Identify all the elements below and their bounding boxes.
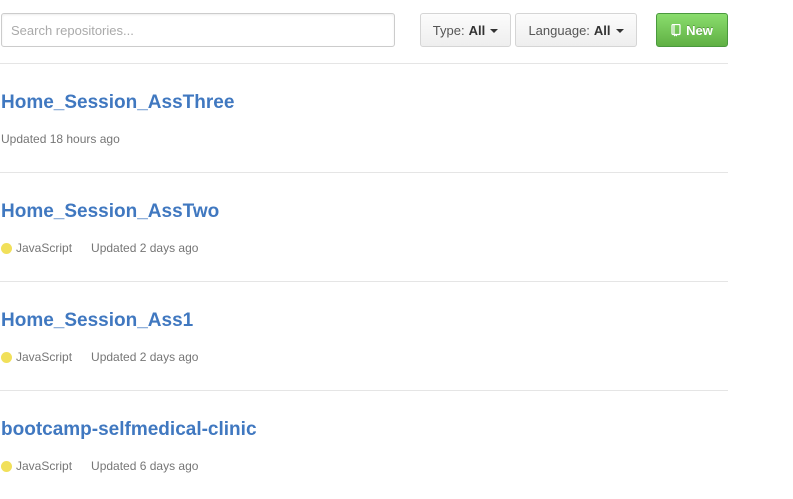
search-repositories-input[interactable] bbox=[1, 13, 395, 47]
repository-updated-time: Updated 6 days ago bbox=[91, 459, 199, 473]
repository-updated-time: Updated 2 days ago bbox=[91, 241, 199, 255]
repository-name-link[interactable]: Home_Session_AssThree bbox=[1, 92, 234, 114]
repository-language: JavaScript bbox=[16, 459, 73, 473]
language-color-dot bbox=[1, 460, 12, 472]
repository-meta: JavaScript Updated 2 days ago bbox=[1, 350, 198, 364]
language-filter-dropdown[interactable]: Language: All bbox=[515, 13, 637, 47]
repository-updated-time: Updated 18 hours ago bbox=[1, 132, 120, 146]
repository-meta: JavaScript Updated 2 days ago bbox=[1, 241, 198, 255]
type-filter-dropdown[interactable]: Type: All bbox=[420, 13, 511, 47]
caret-down-icon bbox=[615, 28, 624, 33]
repository-name-link[interactable]: Home_Session_Ass1 bbox=[1, 310, 193, 332]
language-color-dot bbox=[1, 242, 12, 254]
repository-meta: JavaScript Updated 6 days ago bbox=[1, 459, 198, 473]
caret-down-icon bbox=[490, 28, 499, 33]
type-filter-value: All bbox=[468, 22, 486, 38]
repo-icon bbox=[671, 23, 681, 36]
language-color-dot bbox=[1, 351, 12, 363]
repository-name-link[interactable]: Home_Session_AssTwo bbox=[1, 201, 219, 223]
repository-name-link[interactable]: bootcamp-selfmedical-clinic bbox=[1, 419, 257, 441]
repository-list-item: Home_Session_Ass1 JavaScript Updated 2 d… bbox=[0, 282, 728, 391]
repository-language: JavaScript bbox=[16, 350, 73, 364]
repository-meta: Updated 18 hours ago bbox=[1, 132, 120, 146]
repository-list: Home_Session_AssThree Updated 18 hours a… bbox=[0, 63, 728, 499]
language-filter-value: All bbox=[593, 22, 611, 38]
repository-list-item: bootcamp-selfmedical-clinic JavaScript U… bbox=[0, 391, 728, 499]
type-filter-label: Type: bbox=[432, 22, 465, 38]
repository-language: JavaScript bbox=[16, 241, 73, 255]
new-button-label: New bbox=[686, 22, 713, 38]
repo-filter-bar: Type: All Language: All New bbox=[0, 13, 728, 47]
repository-list-item: Home_Session_AssTwo JavaScript Updated 2… bbox=[0, 173, 728, 282]
language-filter-label: Language: bbox=[528, 22, 590, 38]
repository-list-item: Home_Session_AssThree Updated 18 hours a… bbox=[0, 64, 728, 173]
new-repository-button[interactable]: New bbox=[656, 13, 728, 47]
repository-updated-time: Updated 2 days ago bbox=[91, 350, 199, 364]
